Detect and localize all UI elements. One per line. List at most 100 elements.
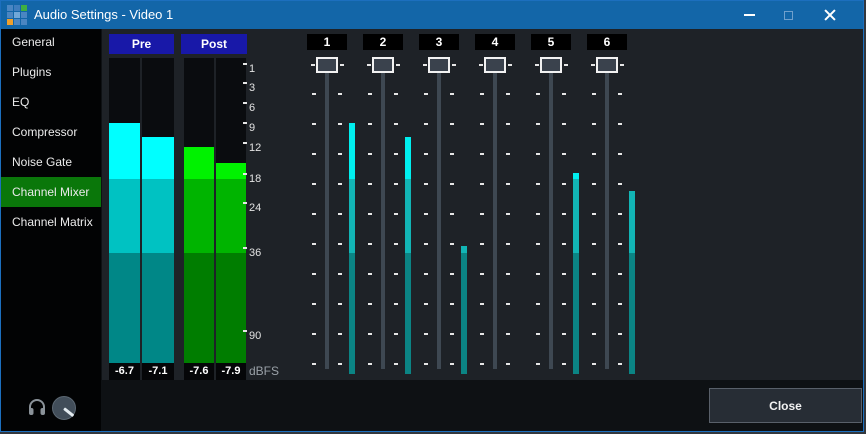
fader-scale-tick [480, 183, 484, 185]
scale-tick-label: 6 [249, 101, 255, 115]
fader-scale-tick [506, 243, 510, 245]
sidebar-item-plugins[interactable]: Plugins [1, 57, 101, 87]
fader-scale-tick [312, 153, 316, 155]
fader-scale-tick [368, 273, 372, 275]
fader-scale-tick [562, 243, 566, 245]
fader-scale-tick [536, 93, 540, 95]
fader-scale-tick [562, 123, 566, 125]
fader-scale-tick [592, 153, 596, 155]
sidebar-item-compressor[interactable]: Compressor [1, 117, 101, 147]
sidebar-item-eq[interactable]: EQ [1, 87, 101, 117]
fader-track[interactable] [549, 59, 553, 369]
channel-number: 5 [531, 34, 571, 50]
fader-scale-tick [506, 273, 510, 275]
meter-mask [629, 64, 635, 191]
level-meter [142, 58, 174, 369]
fader-scale-tick [536, 213, 540, 215]
audio-settings-window: Audio Settings - Video 1 GeneralPluginsE… [0, 0, 864, 432]
channel-level-meter [629, 64, 635, 374]
fader-scale-tick [592, 363, 596, 365]
meter-group-label: Pre [109, 34, 174, 54]
fader-handle[interactable] [596, 57, 618, 73]
fader-scale-tick [368, 213, 372, 215]
fader-scale-tick [480, 363, 484, 365]
fader-handle[interactable] [540, 57, 562, 73]
fader-scale-tick [480, 273, 484, 275]
fader-track[interactable] [325, 59, 329, 369]
fader-scale-tick [450, 363, 454, 365]
fader-scale-tick [394, 183, 398, 185]
logo-cell [14, 5, 20, 11]
close-button[interactable]: Close [709, 388, 862, 423]
content-panel: dBFS Pre-6.7-7.1Post-7.6-7.9136912182436… [102, 29, 864, 380]
fader-handle[interactable] [484, 57, 506, 73]
fader-scale-tick [480, 303, 484, 305]
knob-indicator [63, 407, 74, 417]
logo-cell [7, 12, 13, 18]
logo-cell [14, 19, 20, 25]
scale-tick-mark [243, 247, 247, 249]
fader-scale-tick [618, 123, 622, 125]
channel-level-meter [573, 64, 579, 374]
sidebar-item-channel-mixer[interactable]: Channel Mixer [1, 177, 101, 207]
channel-number: 2 [363, 34, 403, 50]
channel-number: 1 [307, 34, 347, 50]
channel-number: 3 [419, 34, 459, 50]
meter-band [142, 253, 174, 369]
channel-level-meter [349, 64, 355, 374]
fader-scale-tick [450, 93, 454, 95]
fader-scale-tick [394, 123, 398, 125]
meter-band [184, 179, 214, 253]
fader-scale-tick [394, 363, 398, 365]
meter-mask [216, 58, 246, 163]
meter-mask [184, 58, 214, 147]
sidebar-item-noise-gate[interactable]: Noise Gate [1, 147, 101, 177]
fader-track[interactable] [493, 59, 497, 369]
meter-band [573, 179, 579, 253]
fader-scale-tick [424, 93, 428, 95]
fader-handle-tick [423, 64, 427, 66]
fader-scale-tick [338, 273, 342, 275]
sidebar-item-general[interactable]: General [1, 27, 101, 57]
fader-scale-tick [424, 213, 428, 215]
fader-scale-tick [338, 183, 342, 185]
fader-handle[interactable] [428, 57, 450, 73]
fader-scale-tick [368, 243, 372, 245]
close-window-button[interactable] [809, 1, 851, 29]
fader-scale-tick [536, 243, 540, 245]
logo-cell [7, 19, 13, 25]
fader-scale-tick [592, 333, 596, 335]
fader-scale-tick [312, 123, 316, 125]
fader-handle-tick [620, 64, 624, 66]
fader-scale-tick [424, 273, 428, 275]
fader-handle[interactable] [316, 57, 338, 73]
fader-scale-tick [338, 93, 342, 95]
fader-track[interactable] [437, 59, 441, 369]
fader-scale-tick [450, 183, 454, 185]
fader-scale-tick [338, 123, 342, 125]
fader-scale-tick [312, 273, 316, 275]
fader-scale-tick [312, 93, 316, 95]
fader-scale-tick [562, 93, 566, 95]
fader-track[interactable] [381, 59, 385, 369]
scale-tick-label: 24 [249, 201, 261, 215]
meter-mask [573, 64, 579, 173]
meter-mask [109, 58, 140, 123]
fader-track[interactable] [605, 59, 609, 369]
fader-scale-tick [394, 273, 398, 275]
scale-tick-mark [243, 122, 247, 124]
logo-cell [7, 5, 13, 11]
headphone-volume-knob[interactable] [52, 396, 76, 420]
maximize-button[interactable] [767, 1, 809, 29]
headphones-icon[interactable] [28, 399, 46, 416]
fader-scale-tick [480, 213, 484, 215]
fader-scale-tick [394, 333, 398, 335]
fader-handle[interactable] [372, 57, 394, 73]
fader-scale-tick [592, 213, 596, 215]
fader-scale-tick [592, 243, 596, 245]
sidebar-item-channel-matrix[interactable]: Channel Matrix [1, 207, 101, 237]
meter-band [461, 253, 467, 374]
titlebar: Audio Settings - Video 1 [1, 1, 863, 29]
minimize-button[interactable] [728, 1, 770, 29]
fader-scale-tick [424, 243, 428, 245]
